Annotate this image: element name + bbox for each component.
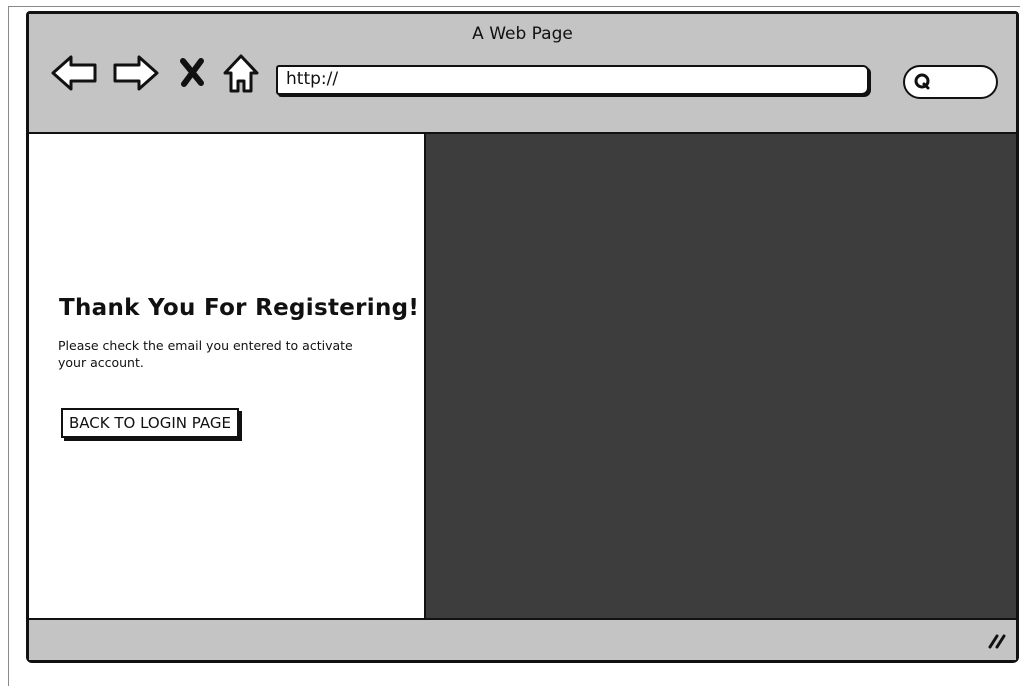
resize-grip-icon[interactable] (986, 630, 1008, 650)
stop-icon[interactable] (177, 51, 207, 95)
search-icon (914, 73, 930, 90)
home-icon[interactable] (221, 51, 261, 95)
window-title: A Web Page (472, 24, 573, 44)
back-arrow-icon[interactable] (49, 51, 101, 95)
forward-arrow-icon[interactable] (111, 51, 163, 95)
page-canvas: A Web Page http:// Thank You For Registe… (0, 0, 1020, 686)
status-bar (29, 620, 1016, 660)
page-title: Thank You For Registering! (59, 295, 420, 321)
browser-window: A Web Page http:// Thank You For Registe… (26, 11, 1019, 663)
page-content: Thank You For Registering! Please check … (29, 132, 1016, 620)
outer-frame-left (8, 6, 9, 686)
confirmation-panel: Thank You For Registering! Please check … (29, 134, 424, 618)
image-placeholder (424, 134, 1016, 618)
back-to-login-button[interactable]: BACK TO LOGIN PAGE (61, 408, 239, 438)
search-field[interactable] (903, 65, 998, 99)
browser-toolbar: A Web Page http:// (29, 14, 1016, 132)
url-input[interactable]: http:// (276, 65, 869, 95)
confirmation-message: Please check the email you entered to ac… (58, 338, 353, 370)
outer-frame-top (8, 6, 1020, 7)
